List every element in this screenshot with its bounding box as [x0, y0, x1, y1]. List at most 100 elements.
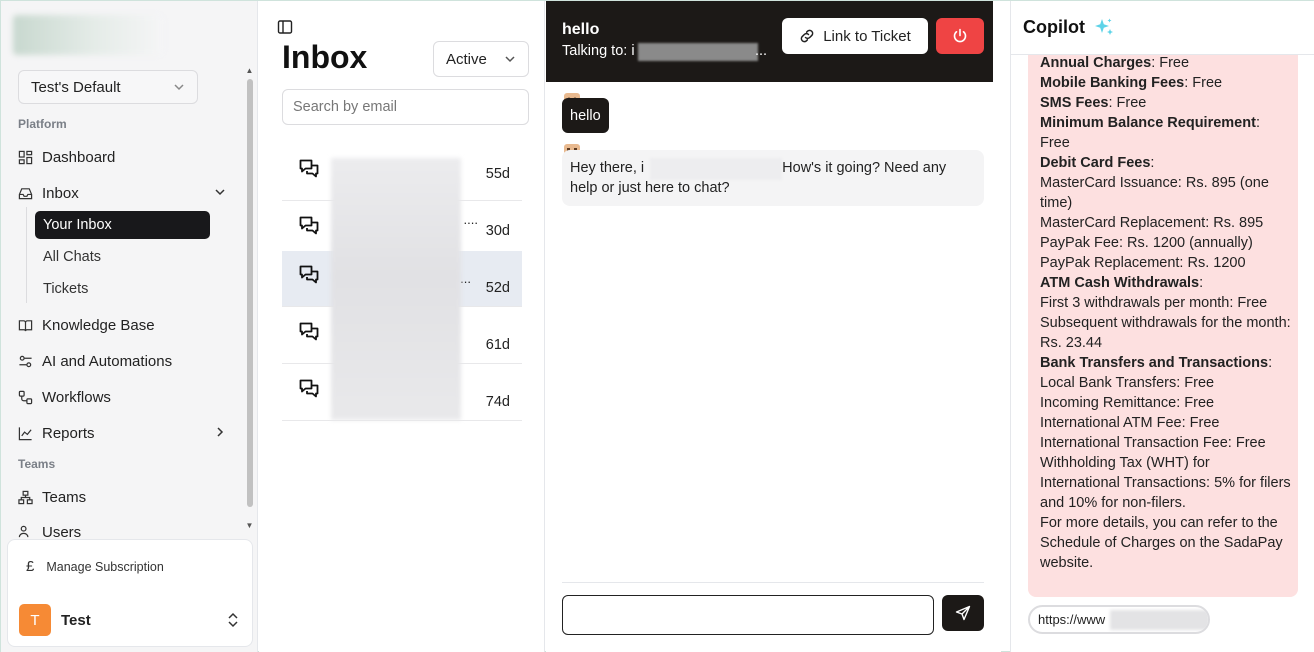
sidebar: Test's Default Platform Dashboard Inbox …: [1, 1, 258, 652]
sidebar-item-label: Dashboard: [42, 148, 116, 166]
chevrons-up-down-icon[interactable]: [226, 612, 240, 628]
status-filter-value: Active: [446, 50, 487, 68]
chat-age: 55d: [485, 166, 510, 182]
copilot-answer-line: SMS Fees: Free: [1040, 93, 1292, 113]
scroll-up-icon[interactable]: ▲: [245, 67, 254, 75]
copilot-line-text: Local Bank Transfers: Free: [1040, 375, 1215, 391]
copilot-answer-line: MasterCard Issuance: Rs. 895 (one time): [1040, 173, 1292, 213]
sparkles-icon: [1094, 18, 1113, 35]
copilot-line-text: International ATM Fee: Free: [1040, 415, 1220, 431]
redacted-email-block: [331, 158, 461, 420]
end-chat-button[interactable]: [936, 18, 984, 54]
link-to-ticket-button[interactable]: Link to Ticket: [782, 18, 928, 54]
sidebar-subitem-tickets[interactable]: Tickets: [35, 275, 210, 303]
copilot-answer-line: Withholding Tax (WHT) for International …: [1040, 453, 1292, 513]
page-title: Inbox: [282, 39, 368, 75]
copilot-answer-line: ATM Cash Withdrawals:: [1040, 273, 1292, 293]
copilot-source-link[interactable]: https://www: [1028, 605, 1210, 634]
sidebar-item-label: Workflows: [42, 388, 111, 406]
copilot-answer-line: Bank Transfers and Transactions:: [1040, 353, 1292, 373]
message-input[interactable]: [562, 595, 934, 635]
messages-icon: [299, 322, 319, 341]
workspace-label: Test's Default: [31, 78, 121, 96]
manage-subscription-link[interactable]: £ Manage Subscription: [26, 558, 164, 575]
sidebar-item-teams[interactable]: Teams: [18, 484, 228, 510]
chat-age: 61d: [485, 337, 510, 353]
copilot-line-text: : Free: [1184, 75, 1223, 91]
copilot-line-heading: Mobile Banking Fees: [1040, 75, 1185, 91]
sidebar-item-knowledge-base[interactable]: Knowledge Base: [18, 312, 228, 338]
copilot-line-text: : Free: [1151, 55, 1190, 71]
sidebar-toggle-icon[interactable]: [277, 19, 293, 35]
messages-icon: [299, 159, 319, 178]
copilot-line-text: Incoming Remittance: Free: [1040, 395, 1215, 411]
copilot-answer-line: First 3 withdrawals per month: Free: [1040, 293, 1292, 313]
sidebar-subitem-your-inbox[interactable]: Your Inbox: [35, 211, 210, 239]
chevron-down-icon[interactable]: [214, 186, 226, 198]
copilot-line-text: :: [1268, 355, 1273, 371]
copilot-answer-line: Local Bank Transfers: Free: [1040, 373, 1292, 393]
sidebar-subitem-all-chats[interactable]: All Chats: [35, 243, 210, 271]
copilot-answer-line: Incoming Remittance: Free: [1040, 393, 1292, 413]
copilot-answer: Annual Charges: Free Mobile Banking Fees:…: [1028, 55, 1298, 597]
copilot-answer-line: Minimum Balance Requirement: Free: [1040, 113, 1292, 153]
copilot-line-heading: ATM Cash Withdrawals: [1040, 275, 1200, 291]
dashboard-icon: [18, 150, 33, 164]
copilot-line-heading: Debit Card Fees: [1040, 155, 1151, 171]
conversation-panel: hello Talking to: i ... Link to Ticket h…: [546, 1, 1001, 652]
copilot-line-text: : Free: [1108, 95, 1147, 111]
link-to-ticket-label: Link to Ticket: [823, 27, 911, 45]
redacted-url: [1110, 610, 1208, 630]
chat-preview-ellipsis: ...: [460, 271, 471, 286]
copilot-answer-line: International ATM Fee: Free: [1040, 413, 1292, 433]
user-menu[interactable]: T Test: [19, 604, 244, 636]
talking-to-ellipsis: ...: [755, 43, 768, 59]
copilot-line-text: MasterCard Replacement: Rs. 895: [1040, 215, 1264, 231]
inbox-icon: [18, 187, 33, 199]
power-icon: [953, 28, 967, 43]
sidebar-item-reports[interactable]: Reports: [18, 420, 228, 446]
sidebar-item-inbox[interactable]: Inbox: [18, 180, 228, 206]
copilot-answer-line: PayPak Fee: Rs. 1200 (annually): [1040, 233, 1292, 253]
sidebar-item-users[interactable]: Users: [18, 520, 228, 538]
sidebar-item-label: Teams: [42, 488, 87, 506]
avatar: T: [19, 604, 51, 636]
workspace-selector[interactable]: Test's Default: [18, 70, 198, 104]
copilot-line-text: :: [1199, 275, 1204, 291]
messages-icon: [299, 216, 319, 235]
sidebar-item-ai-automations[interactable]: AI and Automations: [18, 348, 228, 374]
section-label-platform: Platform: [18, 117, 67, 131]
user-name: Test: [61, 611, 91, 629]
copilot-line-text: First 3 withdrawals per month: Free: [1040, 295, 1268, 311]
sidebar-item-label: Knowledge Base: [42, 316, 155, 334]
chevron-down-icon: [174, 84, 184, 91]
copilot-line-text: Withholding Tax (WHT) for International …: [1040, 455, 1291, 511]
sidebar-item-label: AI and Automations: [42, 352, 173, 370]
send-button[interactable]: [942, 595, 984, 631]
sidebar-item-dashboard[interactable]: Dashboard: [18, 144, 228, 170]
scroll-down-icon[interactable]: ▼: [245, 522, 254, 530]
chevron-right-icon[interactable]: [214, 426, 226, 438]
status-filter-select[interactable]: Active: [433, 41, 529, 77]
sliders-icon: [19, 355, 32, 367]
chat-age: 52d: [485, 280, 510, 296]
copilot-answer-line: Subsequent withdrawals for the month: Rs…: [1040, 313, 1292, 353]
link-icon: [800, 29, 814, 43]
bot-message-greeting: Hey there, i: [570, 160, 645, 176]
users-icon: [18, 525, 29, 538]
manage-subscription-label: Manage Subscription: [46, 559, 164, 574]
copilot-title: Copilot: [1023, 17, 1085, 37]
divider: [562, 582, 984, 583]
scrollbar-thumb[interactable]: [247, 79, 253, 507]
copilot-answer-line: Annual Charges: Free: [1040, 55, 1292, 73]
copilot-panel: Copilot Annual Charges: Free Mobile Banki…: [1010, 1, 1314, 652]
account-card: £ Manage Subscription T Test: [7, 539, 253, 647]
search-input[interactable]: [282, 89, 529, 125]
copilot-line-text: :: [1150, 155, 1155, 171]
chat-age: 74d: [485, 394, 510, 410]
copilot-line-text: PayPak Replacement: Rs. 1200: [1040, 255, 1246, 271]
sidebar-item-workflows[interactable]: Workflows: [18, 384, 228, 410]
copilot-answer-line: MasterCard Replacement: Rs. 895: [1040, 213, 1292, 233]
logo: [13, 15, 163, 55]
copilot-line-text: Subsequent withdrawals for the month: Rs…: [1040, 315, 1291, 351]
